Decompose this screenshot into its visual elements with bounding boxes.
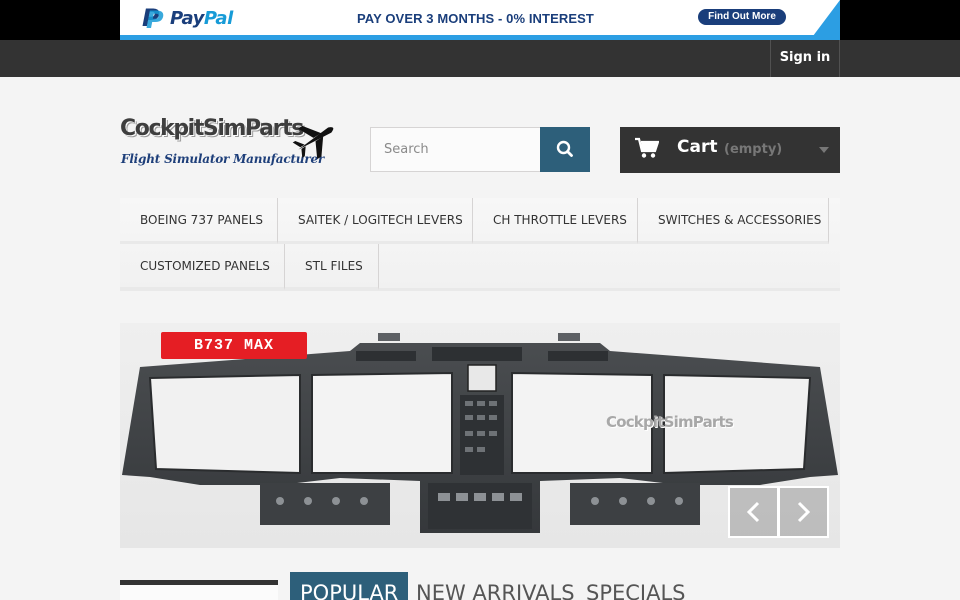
site-logo[interactable]: CockpitSimParts Flight Simulator Manufac… xyxy=(120,116,340,172)
chevron-down-icon xyxy=(819,147,829,153)
logo-title: CockpitSimParts xyxy=(120,116,304,141)
slider-prev-button[interactable] xyxy=(728,486,779,538)
slider-next-button[interactable] xyxy=(778,486,829,538)
find-out-more-button[interactable]: Find Out More xyxy=(698,9,786,25)
menu-item-stl-files[interactable]: STL Files xyxy=(285,244,379,290)
menu-item-switches-accessories[interactable]: Switches & Accessories xyxy=(638,198,829,244)
banner-corner xyxy=(810,0,840,40)
chevron-right-icon xyxy=(797,501,811,523)
paypal-p-icon: P P xyxy=(142,4,164,34)
sign-in-link[interactable]: Sign in xyxy=(770,40,840,77)
chevron-left-icon xyxy=(746,501,760,523)
left-column-block xyxy=(120,580,278,600)
paypal-wordmark: PayPal xyxy=(170,8,233,29)
menu-item-saitek-logitech-levers[interactable]: Saitek / Logitech Levers xyxy=(278,198,473,244)
airplane-icon xyxy=(292,125,334,160)
cart-block[interactable]: Cart (empty) xyxy=(620,127,840,173)
cart-status: (empty) xyxy=(724,142,783,157)
paypal-logo: P P PayPal xyxy=(142,4,233,34)
search-button[interactable] xyxy=(540,127,590,172)
menu-item-customized-panels[interactable]: Customized Panels xyxy=(120,244,285,290)
paypal-wordmark-pal: Pal xyxy=(203,7,233,29)
homepage-slider[interactable]: B737 MAX CockpitSimParts xyxy=(120,323,840,548)
slider-watermark: CockpitSimParts xyxy=(606,413,734,431)
search-icon xyxy=(556,140,573,157)
menu-item-ch-throttle-levers[interactable]: CH Throttle Levers xyxy=(473,198,638,244)
shopping-cart-icon xyxy=(635,137,659,158)
menu-item-boeing-737-panels[interactable]: Boeing 737 Panels xyxy=(120,198,278,244)
banner-message: PAY OVER 3 MONTHS - 0% INTEREST xyxy=(357,11,594,26)
cart-label: Cart xyxy=(677,137,718,157)
search-input[interactable] xyxy=(370,127,541,172)
header-nav-bar: Sign in xyxy=(0,40,960,77)
tab-specials[interactable]: Specials xyxy=(576,572,696,600)
b737-max-badge: B737 MAX xyxy=(161,332,307,359)
main-menu: Boeing 737 Panels Saitek / Logitech Leve… xyxy=(120,198,840,291)
search-form xyxy=(370,127,590,172)
paypal-wordmark-pay: Pay xyxy=(170,7,204,29)
paypal-promo-banner[interactable]: P P PayPal PAY OVER 3 MONTHS - 0% INTERE… xyxy=(120,0,840,40)
tab-popular[interactable]: Popular xyxy=(290,572,409,600)
tab-new-arrivals[interactable]: New arrivals xyxy=(406,572,585,600)
